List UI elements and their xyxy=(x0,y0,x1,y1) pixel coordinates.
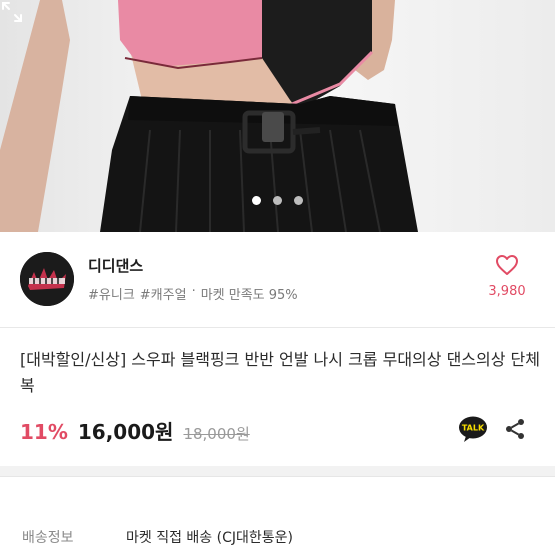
shipping-label: 배송정보 xyxy=(22,530,74,546)
shipping-value: 마켓 직접 배송 (CJ대한통운) xyxy=(126,530,293,546)
original-price: 18,000원 xyxy=(183,425,250,443)
talk-label: TALK xyxy=(462,424,485,433)
carousel-dot[interactable] xyxy=(273,196,282,205)
shop-info: 디디댄스 #유니크 #캐주얼 · 마켓 만족도 95% 3,980 xyxy=(0,232,555,327)
product-title: [대박할인/신상] 스우파 블랙핑크 반반 언발 나시 크롭 무대의상 댄스의상… xyxy=(20,350,540,395)
discount-rate: 11% xyxy=(20,420,68,444)
like-button[interactable]: 3,980 xyxy=(479,254,535,299)
shop-tag[interactable]: #유니크 xyxy=(88,284,135,303)
sale-price: 16,000원 xyxy=(77,420,174,444)
like-count: 3,980 xyxy=(488,284,526,299)
product-image-carousel[interactable] xyxy=(0,0,555,232)
share-icon[interactable] xyxy=(503,417,527,441)
shop-tags: #유니크 #캐주얼 · 마켓 만족도 95% xyxy=(88,284,298,303)
kakaotalk-talk-icon[interactable]: TALK xyxy=(458,416,488,442)
section-divider xyxy=(0,476,555,477)
section-divider xyxy=(0,327,555,328)
carousel-dot-active[interactable] xyxy=(252,196,261,205)
shop-tag[interactable]: #캐주얼 xyxy=(140,284,187,303)
shop-name[interactable]: 디디댄스 xyxy=(88,255,143,276)
tag-separator: · xyxy=(191,284,196,299)
carousel-indicator xyxy=(0,196,555,205)
section-gap xyxy=(0,466,555,476)
expand-icon[interactable] xyxy=(0,0,24,24)
carousel-dot[interactable] xyxy=(294,196,303,205)
price-row: 11% 16,000원 18,000원 xyxy=(20,416,250,445)
market-satisfaction: 마켓 만족도 95% xyxy=(200,288,298,303)
heart-outline-icon xyxy=(496,255,518,275)
shop-logo[interactable] xyxy=(20,252,74,306)
